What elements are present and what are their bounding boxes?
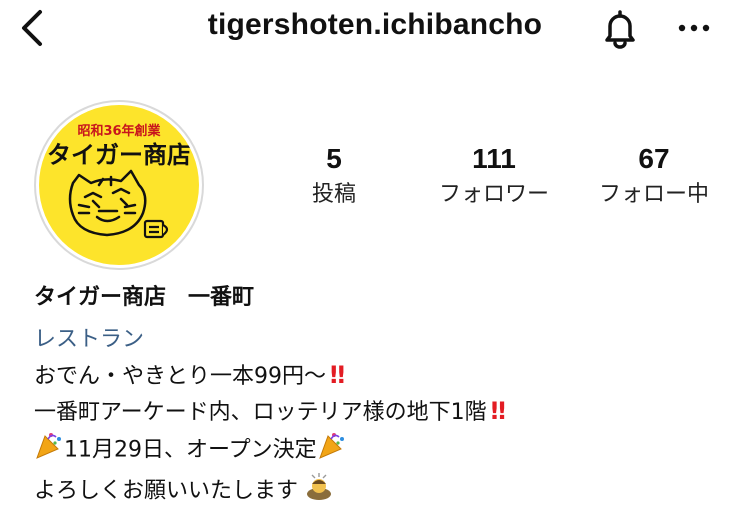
bio-line-text: おでん・やきとり一本99円〜 — [34, 364, 326, 389]
bowing-person-icon — [304, 471, 334, 512]
cup-icon — [143, 219, 169, 239]
party-popper-icon — [317, 430, 347, 471]
following-count: 67 — [638, 143, 670, 174]
logo-title: タイガー商店 — [47, 141, 191, 169]
bio-line: おでん・やきとり一本99円〜 ‼ — [34, 358, 734, 394]
bio-line: よろしくお願いいたします — [34, 471, 734, 512]
category-link[interactable]: レストラン — [34, 322, 734, 358]
followers-stat[interactable]: 111 フォロワー — [424, 144, 564, 212]
posts-count: 5 — [326, 143, 342, 174]
bio-line-text: よろしくお願いいたします — [34, 478, 299, 504]
top-bar: tigershoten.ichibancho — [0, 0, 750, 60]
logo-tagline: 昭和36年創業 — [77, 123, 161, 139]
bell-icon[interactable] — [596, 4, 644, 52]
following-label: フォロー中 — [598, 182, 709, 207]
party-popper-icon — [34, 430, 64, 471]
followers-label: フォロワー — [438, 182, 549, 207]
profile-bio: タイガー商店 一番町 レストラン おでん・やきとり一本99円〜 ‼ 一番町アーケー… — [34, 280, 734, 512]
bio-line: 一番町アーケード内、ロッテリア様の地下1階 ‼ — [34, 394, 734, 430]
tiger-face-icon — [68, 169, 147, 237]
double-exclamation-icon: ‼ — [330, 361, 345, 389]
more-icon[interactable] — [672, 8, 720, 48]
avatar-logo: 昭和36年創業 タイガー商店 — [39, 105, 199, 265]
posts-label: 投稿 — [311, 182, 356, 207]
bio-line-text: 11月29日、オープン決定 — [64, 437, 317, 463]
followers-count: 111 — [472, 143, 516, 174]
display-name: タイガー商店 一番町 — [34, 285, 255, 310]
bio-line: 11月29日、オープン決定 — [34, 430, 734, 471]
bio-line-text: 一番町アーケード内、ロッテリア様の地下1階 — [34, 400, 487, 425]
posts-stat[interactable]: 5 投稿 — [294, 144, 374, 212]
double-exclamation-icon: ‼ — [490, 397, 506, 425]
following-stat[interactable]: 67 フォロー中 — [584, 144, 724, 212]
profile-avatar[interactable]: 昭和36年創業 タイガー商店 — [34, 100, 204, 270]
